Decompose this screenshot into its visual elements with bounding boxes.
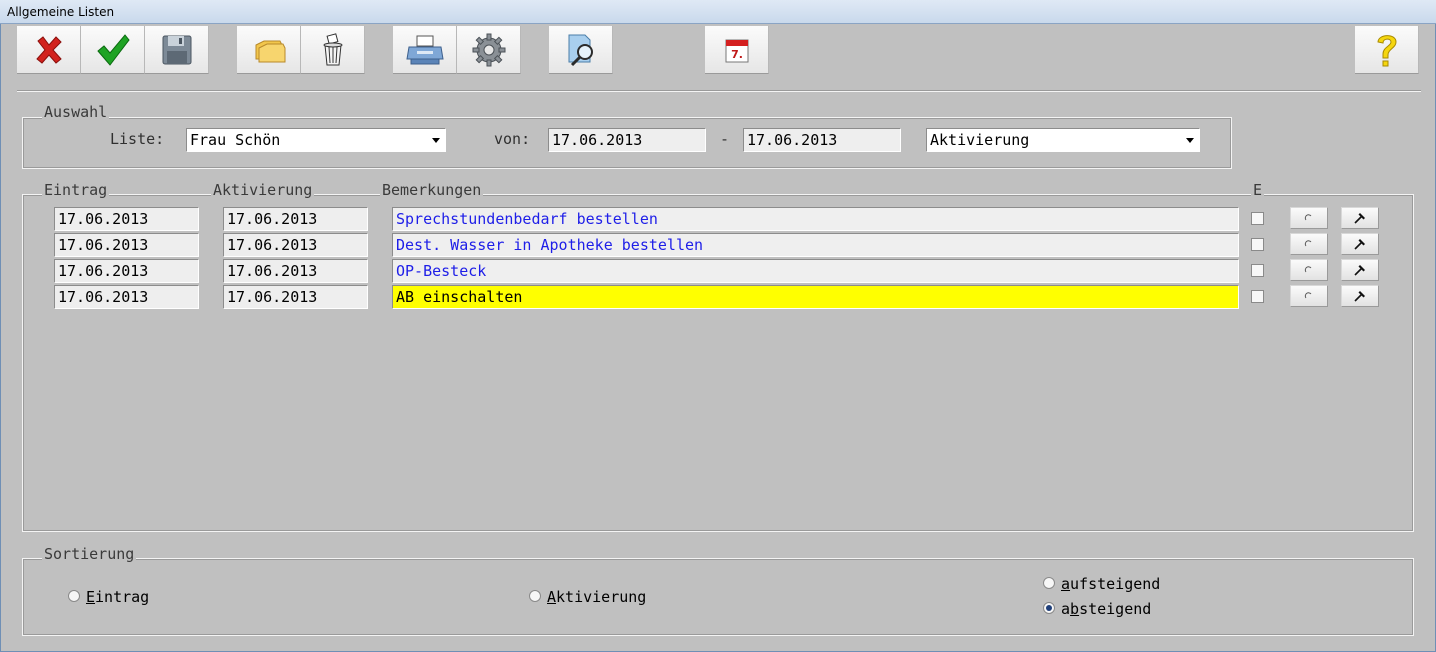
chevron-down-icon[interactable] <box>1181 129 1199 151</box>
liste-combobox[interactable]: Frau Schön <box>186 128 446 152</box>
chevron-down-icon[interactable] <box>427 129 445 151</box>
radio-absteigend[interactable] <box>1043 602 1055 614</box>
header-e: E <box>1251 181 1265 199</box>
header-eintrag: Eintrag <box>42 181 110 199</box>
hammer-icon <box>1354 213 1365 224</box>
row-bemerkung-field[interactable]: AB einschalten <box>392 285 1239 309</box>
calendar-icon: 7. <box>725 39 748 62</box>
row-e-checkbox[interactable] <box>1251 238 1264 251</box>
row-edit-button[interactable] <box>1341 259 1379 281</box>
trash-bin-icon <box>323 32 342 65</box>
sortierung-group-label: Sortierung <box>42 545 137 563</box>
row-e-checkbox[interactable] <box>1251 290 1264 303</box>
undo-icon <box>1304 240 1312 247</box>
row-reset-button[interactable] <box>1290 207 1328 229</box>
row-aktivierung-field[interactable]: 17.06.2013 <box>223 285 368 309</box>
row-aktivierung-field[interactable]: 17.06.2013 <box>223 233 368 257</box>
row-aktivierung-field[interactable]: 17.06.2013 <box>223 207 368 231</box>
toolbar-separator <box>17 90 1421 92</box>
printer-icon <box>405 35 444 64</box>
row-aktivierung-field[interactable]: 17.06.2013 <box>223 259 368 283</box>
window-title: Allgemeine Listen <box>0 0 1436 24</box>
help-button[interactable] <box>1355 26 1419 74</box>
hammer-icon <box>1354 265 1365 276</box>
row-bemerkung-field[interactable]: OP-Besteck <box>392 259 1239 283</box>
date-to-field[interactable]: 17.06.2013 <box>743 128 901 152</box>
type-value: Aktivierung <box>930 131 1030 149</box>
type-combobox[interactable]: Aktivierung <box>926 128 1200 152</box>
row-reset-button[interactable] <box>1290 259 1328 281</box>
hammer-icon <box>1354 291 1365 302</box>
svg-text:7.: 7. <box>731 48 743 61</box>
date-from-field[interactable]: 17.06.2013 <box>548 128 706 152</box>
folders-button[interactable] <box>237 26 301 74</box>
settings-button[interactable] <box>457 26 521 74</box>
header-aktivierung: Aktivierung <box>211 181 315 199</box>
calendar-button[interactable]: 7. <box>705 26 769 74</box>
liste-label: Liste: <box>110 130 165 148</box>
row-e-checkbox[interactable] <box>1251 212 1264 225</box>
radio-aktivierung-label[interactable]: Aktivierung <box>547 588 646 606</box>
row-reset-button[interactable] <box>1290 233 1328 255</box>
undo-icon <box>1304 266 1312 273</box>
delete-button[interactable] <box>301 26 365 74</box>
row-eintrag-field[interactable]: 17.06.2013 <box>54 233 199 257</box>
folders-icon <box>255 40 285 62</box>
undo-icon <box>1304 292 1312 299</box>
radio-eintrag-label[interactable]: Eintrag <box>86 588 149 606</box>
green-check-icon <box>96 33 130 66</box>
question-mark-icon <box>1376 34 1397 66</box>
radio-aufsteigend[interactable] <box>1043 577 1055 589</box>
radio-eintrag[interactable] <box>68 590 80 602</box>
print-button[interactable] <box>393 26 457 74</box>
sortierung-group <box>22 558 1414 636</box>
red-x-icon <box>35 35 62 64</box>
row-edit-button[interactable] <box>1341 233 1379 255</box>
row-eintrag-field[interactable]: 17.06.2013 <box>54 285 199 309</box>
row-bemerkung-field[interactable]: Sprechstundenbedarf bestellen <box>392 207 1239 231</box>
save-button[interactable] <box>145 26 209 74</box>
floppy-disk-icon <box>162 35 191 64</box>
row-bemerkung-field[interactable]: Dest. Wasser in Apotheke bestellen <box>392 233 1239 257</box>
cancel-button[interactable] <box>17 26 81 74</box>
undo-icon <box>1304 214 1312 221</box>
search-button[interactable] <box>549 26 613 74</box>
row-eintrag-field[interactable]: 17.06.2013 <box>54 259 199 283</box>
row-eintrag-field[interactable]: 17.06.2013 <box>54 207 199 231</box>
document-search-icon <box>568 34 593 66</box>
gear-icon <box>472 33 505 66</box>
row-edit-button[interactable] <box>1341 207 1379 229</box>
ok-button[interactable] <box>81 26 145 74</box>
von-label: von: <box>494 130 531 148</box>
header-bemerkungen: Bemerkungen <box>380 181 484 199</box>
liste-value: Frau Schön <box>190 131 281 149</box>
radio-aufsteigend-label[interactable]: aufsteigend <box>1061 575 1160 593</box>
radio-absteigend-label[interactable]: absteigend <box>1061 600 1151 618</box>
auswahl-group-label: Auswahl <box>42 103 110 121</box>
radio-aktivierung[interactable] <box>529 590 541 602</box>
row-reset-button[interactable] <box>1290 285 1328 307</box>
hammer-icon <box>1354 239 1365 250</box>
row-edit-button[interactable] <box>1341 285 1379 307</box>
date-range-dash: - <box>720 130 730 148</box>
row-e-checkbox[interactable] <box>1251 264 1264 277</box>
